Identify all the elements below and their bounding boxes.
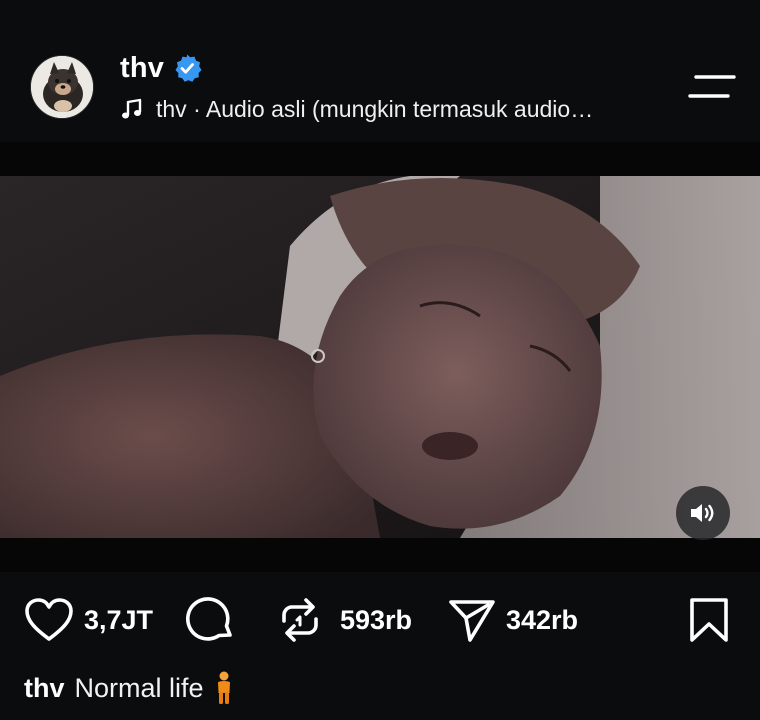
likes-count: 3,7JT (84, 604, 154, 635)
repost-icon[interactable] (276, 595, 324, 645)
person-standing-emoji (217, 671, 230, 704)
video-frame (0, 176, 760, 538)
username[interactable]: thv (120, 52, 164, 85)
reposts-count: 593rb (340, 604, 413, 635)
speaker-volume-icon (691, 504, 714, 522)
like-action: 3,7JT (24, 588, 153, 652)
comment-icon[interactable] (186, 595, 236, 645)
bookmark-icon[interactable] (688, 597, 730, 643)
music-note-icon (122, 98, 142, 119)
post-header: thv thv · Audio asli (mungkin termasuk a… (0, 0, 760, 142)
avatar[interactable] (30, 55, 94, 119)
audio-label: thv · Audio asli (mungkin termasuk audio… (156, 95, 594, 122)
repost-action: 593rb (276, 588, 412, 652)
action-bar: 3,7JT 593rb 342rb (0, 588, 760, 652)
comment-action (186, 588, 236, 652)
caption-text: Normal life (74, 672, 204, 703)
caption-username[interactable]: thv (24, 673, 65, 704)
share-action: 342rb (448, 588, 578, 652)
menu-icon[interactable] (688, 72, 736, 102)
send-icon[interactable] (448, 596, 496, 644)
video-player[interactable] (0, 176, 760, 538)
mute-button[interactable] (676, 486, 730, 540)
username-row: thv (120, 50, 202, 86)
shares-count: 342rb (506, 604, 579, 635)
dog-avatar-image (31, 56, 93, 118)
save-action (688, 588, 730, 652)
caption: thv Normal life (24, 668, 234, 708)
heart-icon[interactable] (24, 597, 74, 643)
audio-row[interactable]: thv · Audio asli (mungkin termasuk audio… (120, 93, 593, 125)
verified-badge-icon (175, 54, 202, 82)
